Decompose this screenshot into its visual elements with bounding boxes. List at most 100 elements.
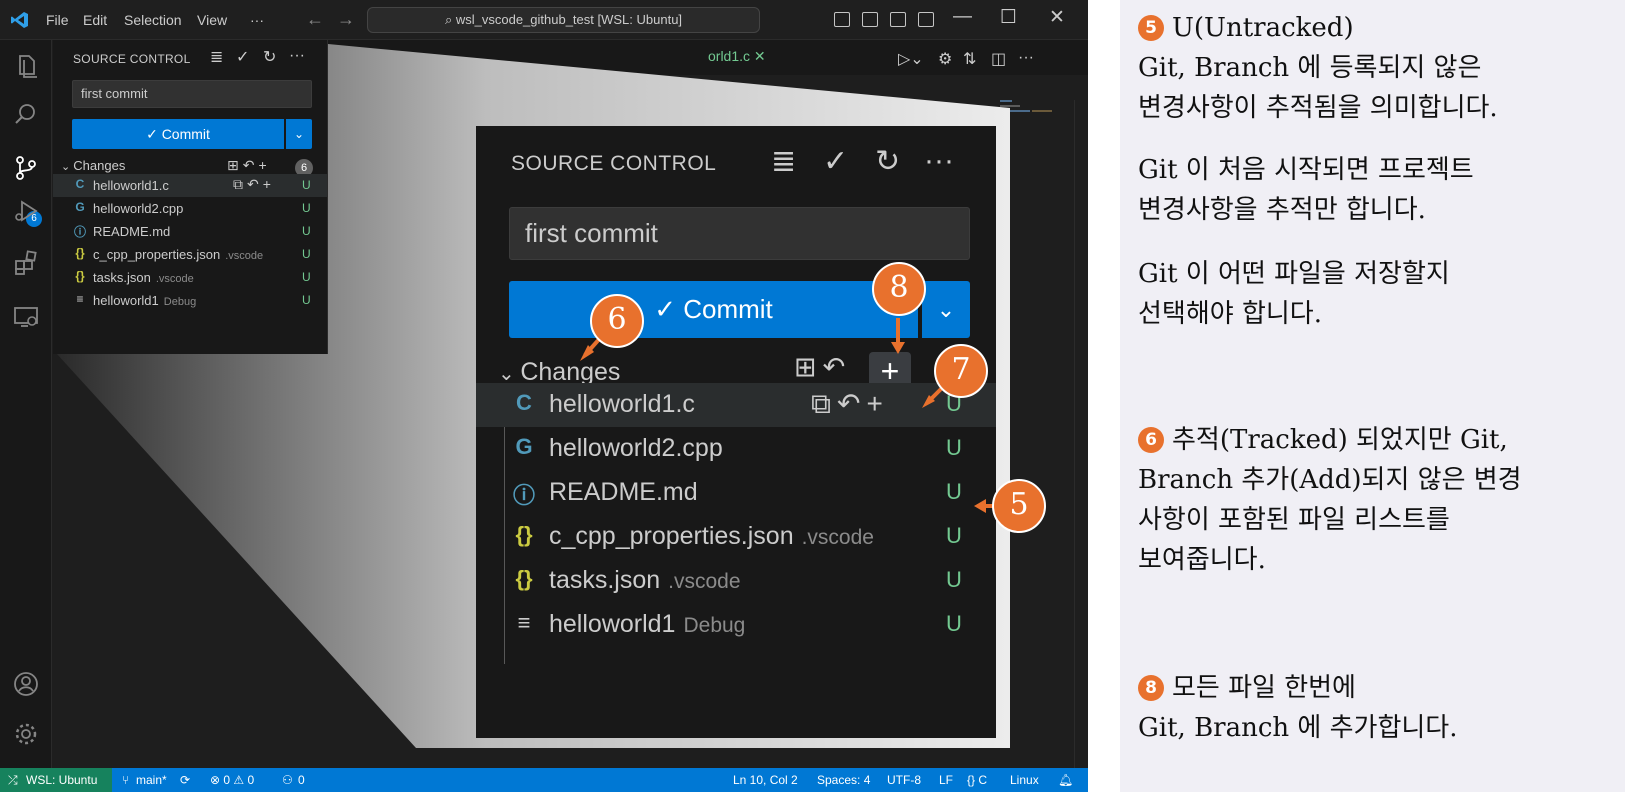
menu-view[interactable]: View xyxy=(197,12,227,28)
step-number-8: 8 xyxy=(1138,675,1164,701)
file-row[interactable]: Ghelloworld2.cpp U xyxy=(53,197,327,220)
editor-tab[interactable]: orld1.c ✕ xyxy=(708,48,766,65)
open-file-icon[interactable]: ⧉ xyxy=(811,388,837,419)
discard-all-icon[interactable]: ↶ xyxy=(243,157,259,173)
stage-all-icon[interactable]: + xyxy=(258,157,270,173)
encoding[interactable]: UTF-8 xyxy=(887,773,921,787)
view-as-tree-icon[interactable]: ≣ xyxy=(210,47,223,67)
compare-changes-icon[interactable]: ⇅ xyxy=(963,49,976,69)
settings-gear-icon[interactable]: ⚙ xyxy=(938,49,952,69)
minimize-button[interactable]: — xyxy=(953,6,972,28)
file-name: helloworld2.cpp xyxy=(549,434,723,462)
file-row[interactable]: Chelloworld1.c ⧉↶+ U xyxy=(53,174,327,197)
commit-message-input[interactable]: first commit xyxy=(72,80,312,108)
more-actions-icon[interactable]: ··· xyxy=(924,144,954,178)
toggle-panel-icon[interactable] xyxy=(862,12,878,27)
toggle-primary-sidebar-icon[interactable] xyxy=(834,12,850,27)
more-actions-icon[interactable]: ··· xyxy=(289,47,305,65)
file-row[interactable]: ≡ helloworld1 Debug U xyxy=(476,603,996,647)
zoom-title: SOURCE CONTROL xyxy=(511,152,717,175)
untracked-status: U xyxy=(302,293,311,307)
platform[interactable]: Linux xyxy=(1010,773,1039,787)
menu-edit[interactable]: Edit xyxy=(83,12,107,28)
toggle-secondary-sidebar-icon[interactable] xyxy=(890,12,906,27)
forward-arrow-icon[interactable]: → xyxy=(337,9,355,30)
commit-dropdown-button[interactable]: ⌄ xyxy=(286,119,312,149)
explanation-line: 변경사항을 추적만 합니다. xyxy=(1138,195,1426,225)
view-as-tree-icon[interactable]: ≣ xyxy=(771,144,796,179)
language-mode[interactable]: {} C xyxy=(967,773,987,787)
commit-button[interactable]: ✓ Commit xyxy=(509,281,918,338)
problems-indicator[interactable]: ⊗ 0 ⚠ 0 xyxy=(210,773,254,787)
customize-layout-icon[interactable] xyxy=(918,12,934,27)
open-changes-icon[interactable]: ⊞ xyxy=(227,157,243,173)
file-row-actions: ⧉↶+ xyxy=(811,387,889,421)
branch-name[interactable]: main* xyxy=(136,773,167,787)
source-control-icon[interactable] xyxy=(12,154,40,182)
file-name-wrap: helloworld1.c xyxy=(549,390,703,419)
menu-selection[interactable]: Selection xyxy=(124,12,182,28)
discard-all-icon[interactable]: ↶ xyxy=(823,352,852,382)
indentation[interactable]: Spaces: 4 xyxy=(817,773,870,787)
file-row[interactable]: {} tasks.json .vscode U xyxy=(476,559,996,603)
file-type-icon: {} xyxy=(515,522,533,547)
explanation-untracked: 5 U(Untracked) Git, Branch 에 등록되지 않은 변경사항… xyxy=(1138,8,1498,128)
ports-count[interactable]: 0 xyxy=(298,773,305,787)
commit-button[interactable]: ✓ Commit xyxy=(72,119,284,149)
remote-indicator[interactable]: ⤮ WSL: Ubuntu xyxy=(0,768,112,792)
more-actions-icon[interactable]: ··· xyxy=(1018,49,1034,67)
file-name: c_cpp_properties.json xyxy=(93,247,221,262)
command-center[interactable]: ⌕ wsl_vscode_github_test [WSL: Ubuntu] xyxy=(367,7,760,33)
refresh-icon[interactable]: ↻ xyxy=(875,144,900,179)
file-row[interactable]: {} c_cpp_properties.json .vscode U xyxy=(476,515,996,559)
run-icon[interactable]: ▷⌄ xyxy=(898,49,924,69)
discard-changes-icon[interactable]: ↶ xyxy=(247,176,263,192)
cursor-position[interactable]: Ln 10, Col 2 xyxy=(733,773,798,787)
remote-explorer-icon[interactable] xyxy=(12,302,40,330)
commit-check-icon[interactable]: ✓ xyxy=(236,47,249,67)
explanation-line: 사항이 포함된 파일 리스트를 xyxy=(1138,505,1450,535)
file-row[interactable]: ⓘ README.md U xyxy=(53,220,327,243)
sync-icon[interactable]: ⟳ xyxy=(180,773,190,787)
branch-icon: ⑂ xyxy=(122,773,130,787)
file-type-icon: G xyxy=(515,434,533,459)
commit-message-input[interactable]: first commit xyxy=(509,207,970,260)
stage-changes-icon[interactable]: + xyxy=(263,176,275,192)
untracked-status: U xyxy=(946,611,962,636)
file-row[interactable]: ≡ helloworld1 Debug U xyxy=(53,289,327,312)
commit-check-icon[interactable]: ✓ xyxy=(823,144,848,179)
file-type-icon: ≡ xyxy=(76,292,84,306)
close-button[interactable]: ✕ xyxy=(1049,6,1065,29)
end-of-line[interactable]: LF xyxy=(939,773,953,787)
minimap[interactable] xyxy=(1000,100,1070,120)
file-row[interactable]: {} c_cpp_properties.json .vscode U xyxy=(53,243,327,266)
file-row[interactable]: ⓘ README.md U xyxy=(476,471,996,515)
back-arrow-icon[interactable]: ← xyxy=(306,9,324,30)
discard-changes-icon[interactable]: ↶ xyxy=(837,388,866,419)
vertical-scrollbar[interactable] xyxy=(1074,100,1088,768)
chevron-down-icon: ⌄ xyxy=(61,161,74,173)
refresh-icon[interactable]: ↻ xyxy=(263,47,276,67)
file-row[interactable]: Ghelloworld2.cpp U xyxy=(476,427,996,471)
account-icon[interactable] xyxy=(12,670,40,698)
open-file-icon[interactable]: ⧉ xyxy=(233,176,247,192)
sidebar-title: SOURCE CONTROL xyxy=(73,52,191,66)
file-row[interactable]: Chelloworld1.c ⧉↶+ U xyxy=(476,383,996,427)
commit-dropdown-button[interactable]: ⌄ xyxy=(922,281,970,338)
extensions-icon[interactable] xyxy=(12,249,40,277)
split-editor-icon[interactable]: ◫ xyxy=(991,49,1006,69)
stage-changes-icon[interactable]: + xyxy=(866,388,888,419)
maximize-button[interactable]: ☐ xyxy=(1000,6,1017,29)
notifications-bell-icon[interactable]: 🔔︎ xyxy=(1058,773,1073,787)
menu-file[interactable]: File xyxy=(46,12,69,28)
manage-gear-icon[interactable] xyxy=(12,720,40,748)
search-icon[interactable] xyxy=(12,101,40,129)
open-changes-icon[interactable]: ⊞ xyxy=(794,352,823,382)
remote-label: WSL: Ubuntu xyxy=(26,773,98,787)
run-debug-icon[interactable] xyxy=(12,197,40,225)
menu-more[interactable]: ··· xyxy=(250,12,264,28)
explorer-icon[interactable] xyxy=(12,52,40,80)
file-name: helloworld1 xyxy=(93,293,159,308)
file-name-wrap: tasks.json .vscode xyxy=(549,566,741,595)
file-row[interactable]: {} tasks.json .vscode U xyxy=(53,266,327,289)
